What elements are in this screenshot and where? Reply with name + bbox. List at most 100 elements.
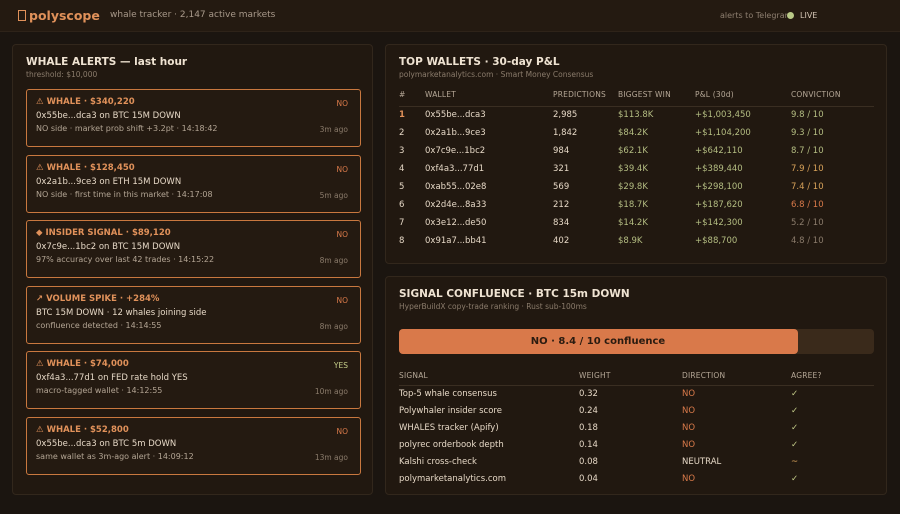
table-row[interactable]: Kalshi cross-check 0.08 NEUTRAL ~ [399, 453, 874, 470]
col-conviction[interactable]: CONVICTION [791, 90, 874, 107]
alert-card[interactable]: ◆ INSIDER SIGNAL · $89,120 NO 0x7c9e...1bc… [26, 220, 361, 279]
alert-market: 0x55be...dca3 on BTC 15M DOWN [36, 111, 181, 121]
table-row[interactable]: 6 0x2d4e...8a33 212 $18.7K +$187,620 6.8 / 10 [399, 196, 874, 214]
wallet-conviction: 8.7 / 10 [791, 146, 824, 156]
alert-time-ago: 8m ago [319, 321, 348, 331]
signal-confluence-panel: SIGNAL CONFLUENCE · BTC 15m DOWN HyperBu… [385, 276, 887, 495]
alert-side-badge: NO [336, 295, 348, 305]
signal-name: Polywhaler insider score [399, 405, 502, 416]
signal-name: polymarketanalytics.com [399, 473, 507, 484]
table-row[interactable]: 1 0x55be...dca3 2,985 $113.8K +$1,003,450 9.8… [399, 106, 874, 124]
col-weight[interactable]: WEIGHT [579, 371, 682, 386]
alert-card[interactable]: ⚠ WHALE · $74,000 YES 0xf4a3...77d1 on FED… [26, 351, 361, 410]
app-logo[interactable]: ▯polyscope [18, 8, 100, 23]
alert-card[interactable]: ⚠ WHALE · $52,800 NO 0x55be...dca3 on BTC … [26, 417, 361, 475]
top-wallets-subtitle: polymarketanalytics.com · Smart Money Co… [399, 70, 594, 79]
alert-headline: ↗ VOLUME SPIKE · +284% [36, 293, 160, 304]
table-row[interactable]: 8 0x91a7...bb41 402 $8.9K +$88,700 4.8 / 10 [399, 232, 874, 250]
signals-table: SIGNAL WEIGHT DIRECTION AGREE? Top-5 wha… [399, 371, 874, 487]
signal-weight: 0.18 [579, 422, 598, 433]
alert-side-badge: YES [333, 361, 348, 371]
col-biggest-win[interactable]: BIGGEST WIN [618, 90, 695, 107]
signal-agree: ✓ [791, 422, 799, 433]
signal-name: Top-5 whale consensus [399, 388, 497, 399]
alert-market: 0x55be...dca3 on BTC 5m DOWN [36, 439, 177, 449]
wallet-pnl: +$88,700 [695, 236, 738, 246]
wallet-biggest-win: $29.8K [618, 182, 648, 192]
whale-alerts-title: WHALE ALERTS — last hour [26, 56, 188, 68]
wallet-predictions: 321 [553, 164, 570, 174]
table-row[interactable]: 5 0xab55...02e8 569 $29.8K +$298,100 7.4 / 10 [399, 178, 874, 196]
top-bar: ▯polyscope whale tracker · 2,147 active … [0, 0, 900, 32]
signal-direction: NO [682, 473, 696, 484]
confluence-title: SIGNAL CONFLUENCE · BTC 15m DOWN [399, 288, 630, 300]
wallet-conviction: 6.8 / 10 [791, 200, 824, 210]
alert-card[interactable]: ↗ VOLUME SPIKE · +284% NO BTC 15M DOWN · 1… [26, 285, 361, 344]
col-signal[interactable]: SIGNAL [399, 371, 579, 386]
table-row[interactable]: WHALES tracker (Apify) 0.18 NO ✓ [399, 419, 874, 436]
col-predictions[interactable]: PREDICTIONS [553, 90, 618, 107]
alert-headline: ⚠ WHALE · $340,220 [36, 97, 135, 107]
wallet-pnl: +$298,100 [695, 182, 743, 192]
alert-detail: same wallet as 3m-ago alert · 14:09:12 [36, 452, 194, 461]
signal-weight: 0.14 [579, 439, 598, 450]
table-row[interactable]: 3 0x7c9e...1bc2 984 $62.1K +$642,110 8.7 / 10 [399, 142, 874, 160]
alert-card[interactable]: ⚠ WHALE · $128,450 NO 0x2a1b...9ce3 on ETH… [26, 154, 361, 213]
wallet-address[interactable]: 0x2a1b...9ce3 [425, 124, 553, 142]
wallet-address[interactable]: 0x2d4e...8a33 [425, 196, 553, 214]
wallet-address[interactable]: 0x3e12...de50 [425, 214, 553, 232]
signal-weight: 0.04 [579, 473, 598, 484]
wallet-address[interactable]: 0xf4a3...77d1 [425, 160, 553, 178]
wallet-conviction: 7.4 / 10 [791, 182, 824, 192]
table-row[interactable]: Polywhaler insider score 0.24 NO ✓ [399, 402, 874, 419]
logo-mark-icon [18, 10, 26, 21]
signal-agree: ✓ [791, 439, 799, 450]
alert-card[interactable]: ⚠ WHALE · $340,220 NO 0x55be...dca3 on BTC… [26, 89, 361, 147]
signal-weight: 0.08 [579, 456, 598, 467]
table-row[interactable]: 2 0x2a1b...9ce3 1,842 $84.2K +$1,104,200 9.3 … [399, 124, 874, 142]
wallet-predictions: 212 [553, 200, 570, 210]
col-agree[interactable]: AGREE? [791, 371, 874, 386]
alert-market: 0x2a1b...9ce3 on ETH 15M DOWN [36, 176, 182, 187]
wallet-predictions: 834 [553, 218, 570, 228]
wallets-table: # WALLET PREDICTIONS BIGGEST WIN P&L (30… [399, 90, 874, 250]
wallet-predictions: 2,985 [553, 110, 578, 121]
top-wallets-panel: TOP WALLETS · 30-day P&L polymarketanaly… [385, 44, 887, 264]
col-direction[interactable]: DIRECTION [682, 371, 791, 386]
alert-detail: NO side · first time in this market · 14… [36, 189, 213, 199]
signal-weight: 0.24 [579, 405, 598, 416]
col-pnl[interactable]: P&L (30d) [695, 90, 791, 107]
wallets-table-header: # WALLET PREDICTIONS BIGGEST WIN P&L (30… [399, 90, 874, 107]
table-row[interactable]: 7 0x3e12...de50 834 $14.2K +$142,300 5.2 / 10 [399, 214, 874, 232]
confluence-subtitle: HyperBuildX copy-trade ranking · Rust su… [399, 302, 587, 311]
alert-detail: 97% accuracy over last 42 trades · 14:15… [36, 255, 215, 265]
col-wallet[interactable]: WALLET [425, 90, 553, 107]
signal-agree: ~ [791, 456, 799, 467]
wallet-address[interactable]: 0x7c9e...1bc2 [425, 142, 553, 160]
live-status-label: LIVE [800, 11, 818, 20]
signal-direction: NO [682, 405, 696, 416]
wallet-address[interactable]: 0xab55...02e8 [425, 178, 553, 196]
live-status-dot-icon [787, 12, 794, 19]
table-row[interactable]: Top-5 whale consensus 0.32 NO ✓ [399, 385, 874, 402]
signal-weight: 0.32 [579, 388, 598, 399]
telegram-alerts-link[interactable]: alerts to Telegram [720, 11, 792, 20]
table-row[interactable]: polymarketanalytics.com 0.04 NO ✓ [399, 470, 874, 487]
wallet-conviction: 5.2 / 10 [791, 218, 824, 228]
alert-market: 0x7c9e...1bc2 on BTC 15M DOWN [36, 242, 181, 253]
alert-time-ago: 3m ago [319, 125, 348, 134]
wallet-address[interactable]: 0x91a7...bb41 [425, 232, 553, 250]
wallet-rank: 8 [399, 236, 405, 246]
wallet-address[interactable]: 0x55be...dca3 [425, 106, 553, 124]
col-rank[interactable]: # [399, 90, 425, 107]
alert-headline: ⚠ WHALE · $74,000 [36, 359, 129, 370]
confluence-bar-track: NO · 8.4 / 10 confluence [399, 329, 874, 354]
table-row[interactable]: polyrec orderbook depth 0.14 NO ✓ [399, 436, 874, 453]
alert-time-ago: 5m ago [319, 190, 348, 200]
table-row[interactable]: 4 0xf4a3...77d1 321 $39.4K +$389,440 7.9 / 10 [399, 160, 874, 178]
wallet-rank: 1 [399, 110, 405, 121]
wallet-rank: 5 [399, 182, 405, 192]
signal-direction: NO [682, 388, 696, 399]
signal-name: polyrec orderbook depth [399, 439, 504, 450]
wallet-conviction: 9.3 / 10 [791, 128, 824, 138]
